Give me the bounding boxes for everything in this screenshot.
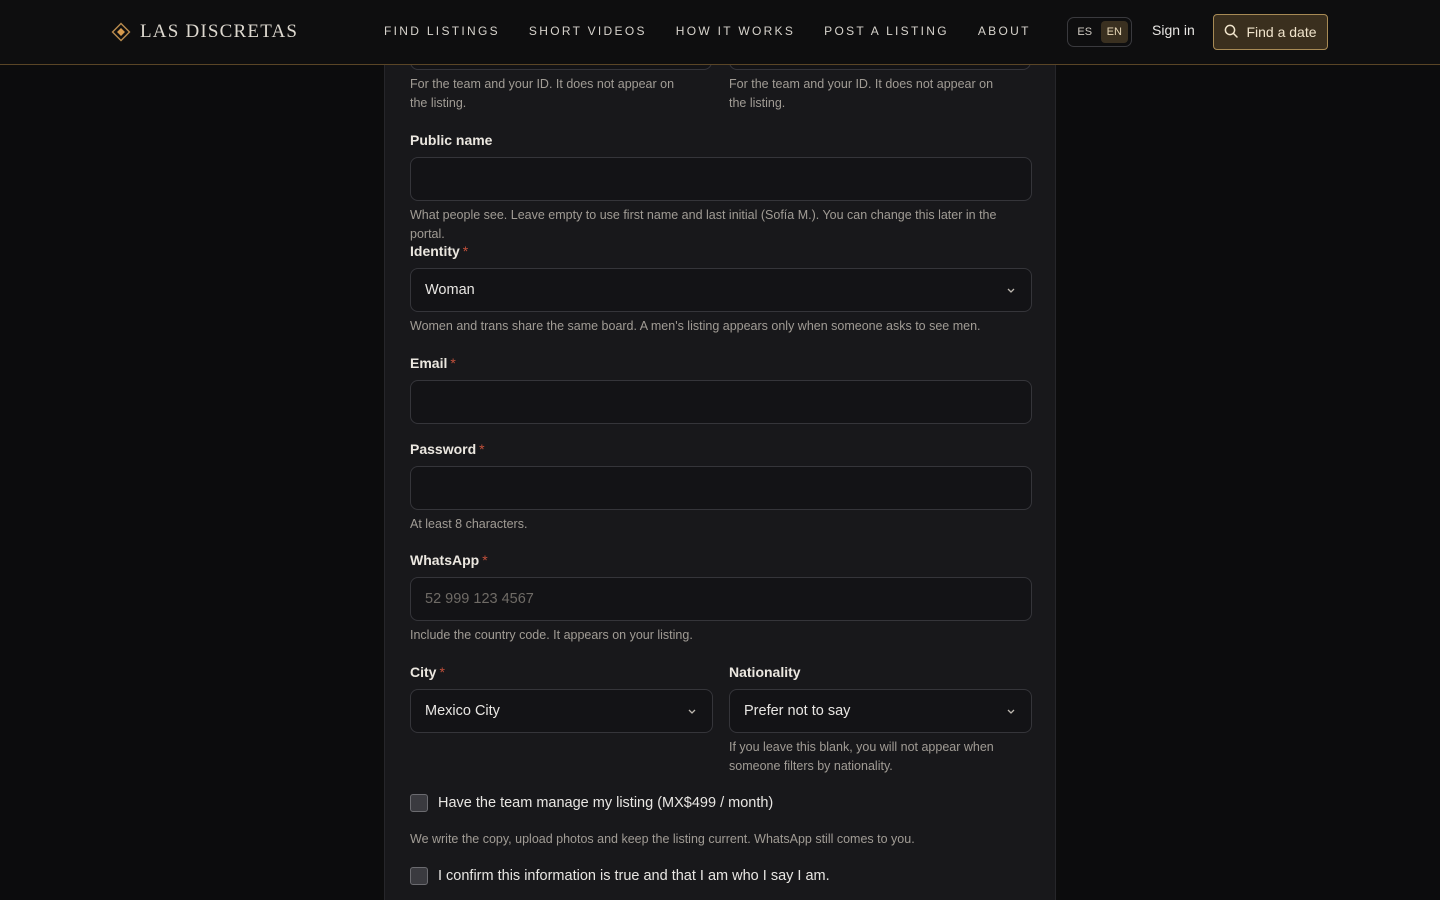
nav-find-listings[interactable]: FIND LISTINGS xyxy=(384,24,500,38)
managed-listing-help: We write the copy, upload photos and kee… xyxy=(410,832,915,846)
find-a-date-button[interactable]: Find a date xyxy=(1213,14,1328,50)
site-header: LAS DISCRETAS FIND LISTINGS SHORT VIDEOS… xyxy=(0,0,1440,65)
whatsapp-label: WhatsApp * xyxy=(410,552,488,568)
chevron-down-icon xyxy=(1005,284,1017,296)
nationality-select[interactable]: Prefer not to say xyxy=(729,689,1032,733)
city-selected-value: Mexico City xyxy=(425,703,500,719)
identity-select[interactable]: Woman xyxy=(410,268,1032,312)
whatsapp-input[interactable] xyxy=(410,577,1032,621)
main-nav: FIND LISTINGS SHORT VIDEOS HOW IT WORKS … xyxy=(384,24,1031,38)
city-select[interactable]: Mexico City xyxy=(410,689,713,733)
diamond-logo-icon xyxy=(111,22,131,42)
confirm-truth-checkbox[interactable] xyxy=(410,867,428,885)
identity-label: Identity * xyxy=(410,243,469,259)
confirm-truth-option[interactable]: I confirm this information is true and t… xyxy=(410,867,830,885)
first-name-help: For the team and your ID. It does not ap… xyxy=(410,77,675,110)
nationality-selected-value: Prefer not to say xyxy=(744,703,851,719)
password-help: At least 8 characters. xyxy=(410,517,528,531)
last-name-help: For the team and your ID. It does not ap… xyxy=(729,77,994,110)
nav-about[interactable]: ABOUT xyxy=(978,24,1031,38)
chevron-down-icon xyxy=(1005,705,1017,717)
public-name-help: What people see. Leave empty to use firs… xyxy=(410,208,997,241)
language-switch: ES EN xyxy=(1067,17,1132,47)
password-input[interactable] xyxy=(410,466,1032,510)
email-label: Email * xyxy=(410,355,456,371)
chevron-down-icon xyxy=(686,705,698,717)
public-name-input[interactable] xyxy=(410,157,1032,201)
password-label: Password * xyxy=(410,441,485,457)
signup-form-panel: For the team and your ID. It does not ap… xyxy=(384,0,1056,900)
logo-text: LAS DISCRETAS xyxy=(140,21,299,42)
managed-listing-checkbox[interactable] xyxy=(410,794,428,812)
city-label: City * xyxy=(410,664,445,680)
identity-help: Women and trans share the same board. A … xyxy=(410,319,981,333)
lang-es-button[interactable]: ES xyxy=(1071,21,1099,43)
nav-short-videos[interactable]: SHORT VIDEOS xyxy=(529,24,647,38)
public-name-label: Public name xyxy=(410,132,493,148)
managed-listing-label: Have the team manage my listing (MX$499 … xyxy=(438,795,774,811)
nav-how-it-works[interactable]: HOW IT WORKS xyxy=(676,24,795,38)
sign-in-link[interactable]: Sign in xyxy=(1152,22,1195,38)
identity-selected-value: Woman xyxy=(425,282,475,298)
lang-en-button[interactable]: EN xyxy=(1100,21,1128,43)
nationality-help: If you leave this blank, you will not ap… xyxy=(729,740,994,773)
confirm-truth-label: I confirm this information is true and t… xyxy=(438,868,830,884)
email-input[interactable] xyxy=(410,380,1032,424)
managed-listing-option[interactable]: Have the team manage my listing (MX$499 … xyxy=(410,794,773,812)
search-icon xyxy=(1224,24,1239,41)
logo[interactable]: LAS DISCRETAS xyxy=(111,20,298,44)
nationality-label: Nationality xyxy=(729,664,801,680)
whatsapp-help: Include the country code. It appears on … xyxy=(410,628,693,642)
nav-post-a-listing[interactable]: POST A LISTING xyxy=(824,24,949,38)
find-a-date-label: Find a date xyxy=(1246,24,1317,40)
